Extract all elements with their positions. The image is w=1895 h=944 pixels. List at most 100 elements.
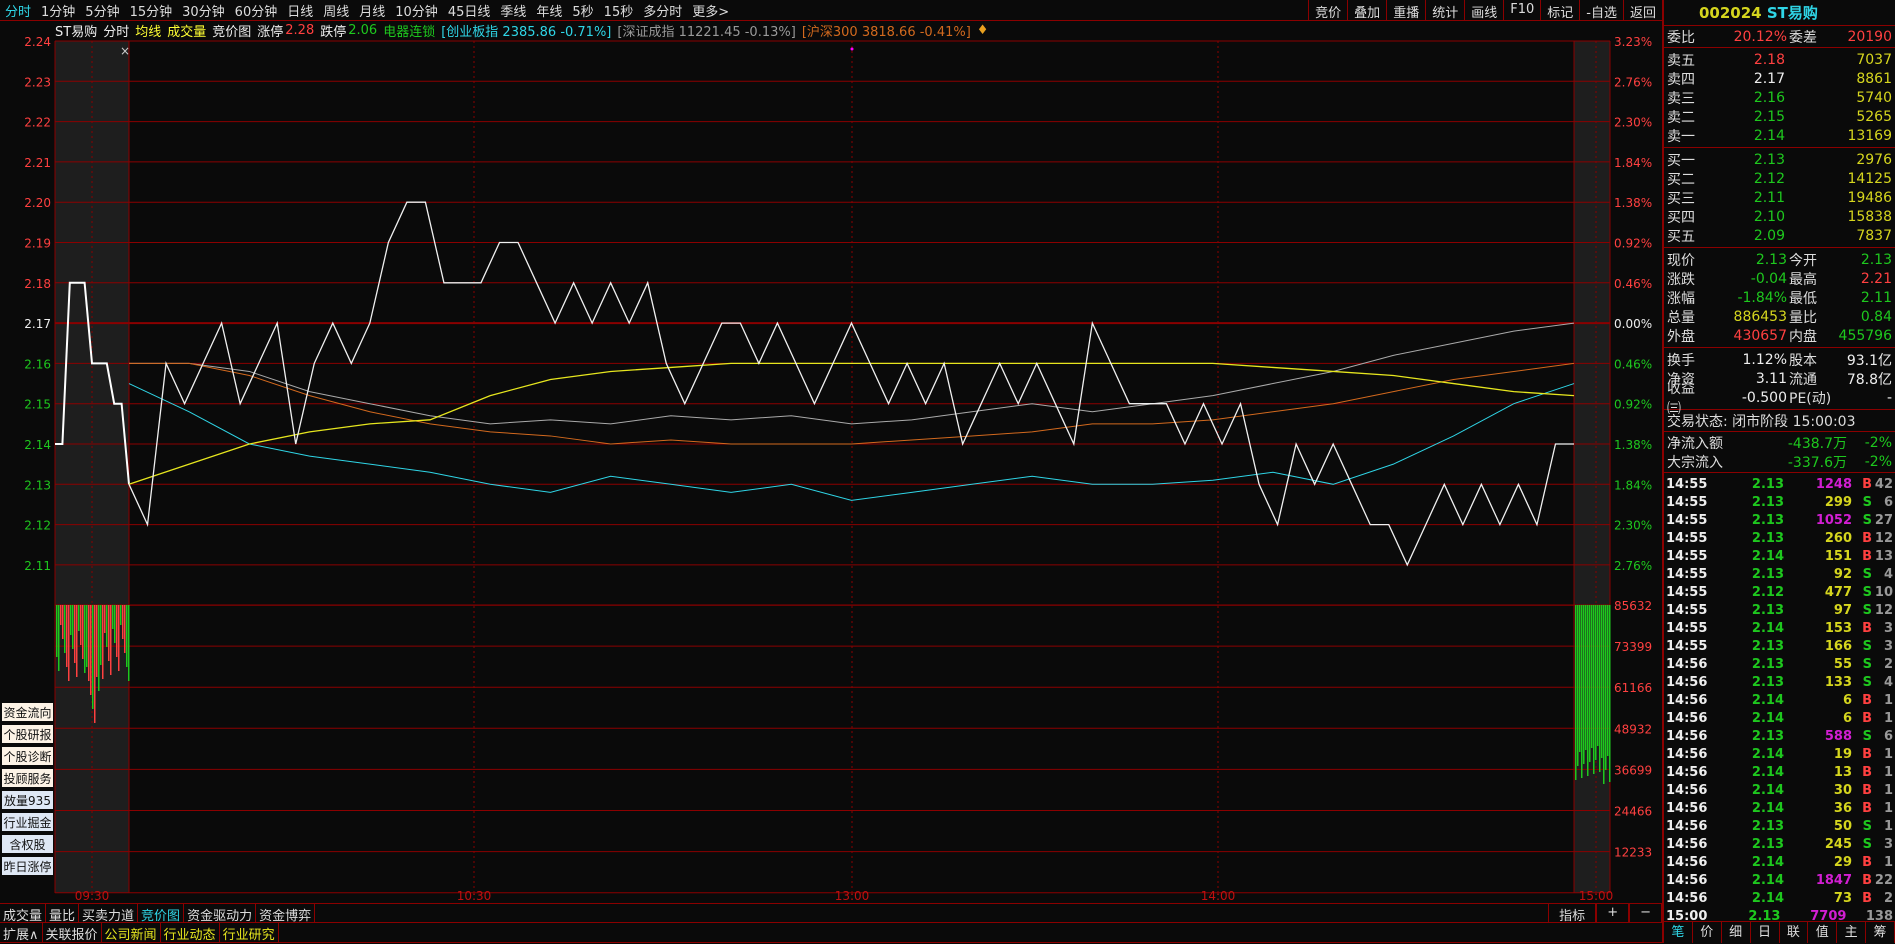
intraday-chart[interactable]: 09:30 10:30 13:00 14:00 15:00 2.24 3.23% 2.23 2.… [0,0,1662,903]
close-auction-icon[interactable]: × [120,44,130,58]
pct-axis-label: 2.30% [1614,116,1652,130]
tick-price: 2.14 [1751,782,1784,798]
left-button[interactable]: 投顾服务 [2,769,53,789]
pct-axis-label: 1.38% [1614,438,1652,452]
indicator-tab[interactable]: 竞价图 [138,904,185,924]
tick-row: 14:56 2.14 36 B 1 [1664,799,1895,817]
left-button[interactable]: 资金流向 [2,703,53,723]
panel-tab[interactable]: 值 [1808,922,1838,943]
extension-tab[interactable]: 关联报价 [43,923,102,943]
order-row[interactable]: 卖五 2.18 7037 [1664,50,1895,69]
tick-count: 4 [1883,674,1893,690]
event-marker[interactable] [850,47,854,51]
auction-volume-bar [66,605,68,667]
left-button[interactable]: 含权股 [2,835,53,855]
tick-time: 14:55 [1666,566,1708,582]
left-button[interactable]: 个股诊断 [2,747,53,767]
order-row[interactable]: 卖二 2.15 5265 [1664,107,1895,126]
tick-volume: 30 [1833,782,1852,798]
order-row[interactable]: 卖三 2.16 5740 [1664,88,1895,107]
indicator-tab[interactable]: 资金博弈 [256,904,316,924]
panel-tab[interactable]: 细 [1722,922,1751,943]
price-axis-label: 2.24 [24,35,51,49]
order-row[interactable]: 买四 2.10 15838 [1664,207,1895,226]
tick-row: 14:56 2.13 133 S 4 [1664,673,1895,691]
left-button[interactable]: 昨日涨停 [2,857,53,877]
extension-tab[interactable]: 扩展∧ [0,923,43,943]
auction-volume-bar [92,605,94,709]
pct-axis-label: 0.92% [1614,237,1652,251]
indicator-tab[interactable]: 量比 [46,904,80,924]
order-row[interactable]: 买二 2.12 14125 [1664,169,1895,188]
indicator-tab[interactable]: 买卖力道 [79,904,139,924]
tick-count: 3 [1883,836,1893,852]
auction-volume-bar [100,605,102,665]
tick-side: S [1862,656,1872,672]
stat-value: - [1886,389,1892,406]
order-row[interactable]: 卖四 2.17 8861 [1664,69,1895,88]
tick-time: 14:55 [1666,620,1708,636]
tick-row: 14:55 2.13 92 S 4 [1664,565,1895,583]
tick-price: 2.14 [1751,692,1784,708]
time-label: 14:00 [1201,889,1236,903]
tick-time: 14:56 [1666,818,1708,834]
stat-value: 78.8亿 [1846,371,1892,388]
level-label: 买四 [1667,209,1695,226]
tick-side: S [1862,674,1872,690]
auction-volume-bar [110,605,112,675]
panel-tab[interactable]: 联 [1780,922,1809,943]
stat-label: 总量 [1667,309,1695,326]
auction-volume-bar [128,605,130,681]
panel-tabs: 笔价细日联值主筹 [1664,921,1895,943]
tick-volume: 166 [1824,638,1852,654]
tick-count: 27 [1874,512,1893,528]
auction-volume-bar [106,605,108,647]
auction-volume-bar [1575,605,1577,780]
price-axis-label: 2.19 [24,237,51,251]
panel-tab[interactable]: 主 [1837,922,1867,943]
tick-count: 1 [1883,818,1893,834]
auction-volume-bar [102,605,104,679]
stat-value: 886453 [1733,308,1787,325]
indicator-control[interactable]: + [1596,904,1630,922]
tick-count: 1 [1883,854,1893,870]
panel-tab[interactable]: 筹 [1866,922,1895,943]
extension-tab[interactable]: 行业研究 [220,923,279,943]
tick-side: B [1862,530,1872,546]
indicator-control[interactable]: 指标 [1548,904,1597,924]
price-axis-label: 2.22 [24,116,51,130]
tick-count: 6 [1883,494,1893,510]
tick-price: 2.14 [1751,854,1784,870]
indicator-tab[interactable]: 成交量 [0,904,47,924]
indicator-tab[interactable]: 资金驱动力 [184,904,257,924]
tick-time: 14:55 [1666,638,1708,654]
order-row[interactable]: 买一 2.13 2976 [1664,150,1895,169]
panel-tab[interactable]: 日 [1751,922,1780,943]
order-row[interactable]: 卖一 2.14 13169 [1664,126,1895,145]
indicator-control[interactable]: − [1629,904,1662,922]
tick-price: 2.14 [1751,746,1784,762]
stock-header: 002024 ST易购 [1664,0,1895,26]
level-label: 卖一 [1667,128,1695,145]
auction-volume-bar [60,605,62,625]
auction-volume-bar [98,605,100,691]
level-volume: 5265 [1856,108,1892,125]
extension-tab[interactable]: 公司新闻 [102,923,161,943]
stat-label: 换手 [1667,352,1695,369]
tick-volume: 97 [1833,602,1852,618]
left-button[interactable]: 行业掘金 [2,813,53,833]
order-row[interactable]: 买五 2.09 7837 [1664,226,1895,245]
pct-axis-label: 2.76% [1614,75,1652,89]
auction-volume-bar [88,605,90,681]
extension-tab[interactable]: 行业动态 [161,923,220,943]
left-button[interactable]: 放量935 [2,791,53,811]
panel-tab[interactable]: 价 [1693,922,1722,943]
left-button[interactable]: 个股研报 [2,725,53,745]
tick-row: 14:55 2.14 153 B 3 [1664,619,1895,637]
tick-list[interactable]: 14:55 2.13 1248 B 42 14:55 2.13 299 S 6 14:55 2.13 1… [1664,472,1895,925]
quote-panel: 002024 ST易购 委比 20.12% 委差 20190 卖五 2.18 703… [1662,0,1895,943]
order-row[interactable]: 买三 2.11 19486 [1664,188,1895,207]
panel-tab[interactable]: 笔 [1664,922,1693,943]
tick-volume: 29 [1833,854,1852,870]
auction-volume-bar [1595,605,1597,760]
